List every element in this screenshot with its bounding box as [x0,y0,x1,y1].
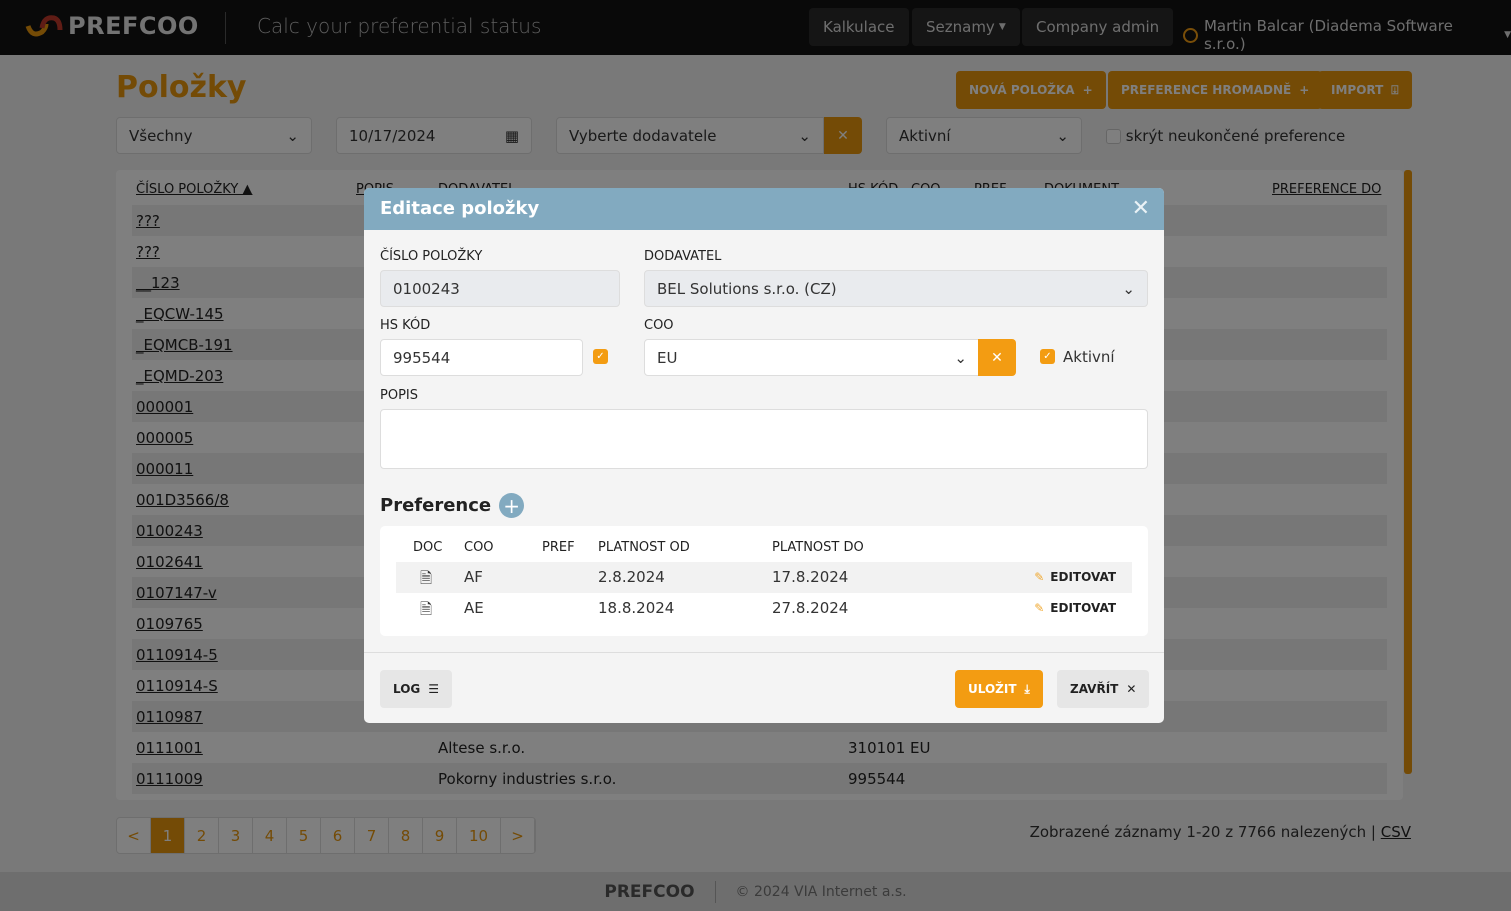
pref-header-doc: DOC [413,540,443,555]
hs-label: HS KÓD [380,318,431,333]
hs-checkbox[interactable]: ✓ [593,349,608,364]
to-cell: 17.8.2024 [772,568,849,586]
active-label: Aktivní [1063,348,1115,366]
pref-header-from: PLATNOST OD [598,540,690,555]
hs-input[interactable]: 995544 [380,339,583,376]
supplier-label: DODAVATEL [644,249,722,264]
close-button[interactable]: ZAVŘÍT ✕ [1057,670,1150,708]
desc-textarea[interactable] [380,409,1148,469]
modal-footer: LOG ☰ ULOŽIT ⤓ ZAVŘÍT ✕ [364,652,1164,723]
pref-header-to: PLATNOST DO [772,540,864,555]
add-preference-button[interactable]: + [499,493,525,518]
preference-row: 🗎 AE 18.8.2024 27.8.2024 ✎ EDITOVAT [396,593,1132,624]
modal-header: Editace položky ✕ [364,188,1164,230]
chevron-down-icon: ⌄ [1122,279,1135,298]
list-icon: ☰ [428,682,440,696]
close-icon[interactable]: ✕ [1132,196,1150,221]
to-cell: 27.8.2024 [772,599,849,617]
supplier-select[interactable]: BEL Solutions s.r.o. (CZ) ⌄ [644,270,1148,307]
modal-title: Editace položky [380,198,540,219]
download-icon: ⤓ [1024,681,1030,696]
close-icon: ✕ [991,349,1003,366]
number-label: ČÍSLO POLOŽKY [380,249,483,264]
close-icon: ✕ [1126,682,1137,696]
preference-heading: Preference + [380,493,525,518]
clear-coo-button[interactable]: ✕ [978,339,1016,376]
number-input[interactable]: 0100243 [380,270,620,307]
desc-label: POPIS [380,388,418,403]
edit-preference-button[interactable]: ✎ EDITOVAT [1034,601,1116,615]
edit-item-modal: Editace položky ✕ ČÍSLO POLOŽKY 0100243 D… [364,188,1164,723]
coo-cell: AF [464,568,483,586]
active-checkbox[interactable]: ✓ [1040,349,1055,364]
preference-table: DOC COO PREF PLATNOST OD PLATNOST DO 🗎 A… [380,526,1148,636]
pencil-icon: ✎ [1034,601,1045,615]
document-download-icon[interactable]: 🗎 [420,599,432,624]
edit-preference-button[interactable]: ✎ EDITOVAT [1034,570,1116,584]
coo-label: COO [644,318,674,333]
log-button[interactable]: LOG ☰ [380,670,453,708]
pref-header-coo: COO [464,540,494,555]
save-button[interactable]: ULOŽIT ⤓ [955,670,1043,708]
document-download-icon[interactable]: 🗎 [420,568,432,593]
from-cell: 2.8.2024 [598,568,665,586]
preference-row: 🗎 AF 2.8.2024 17.8.2024 ✎ EDITOVAT [396,562,1132,593]
pencil-icon: ✎ [1034,570,1045,584]
chevron-down-icon: ⌄ [954,348,967,367]
from-cell: 18.8.2024 [598,599,675,617]
coo-select[interactable]: EU ⌄ [644,339,980,376]
coo-cell: AE [464,599,484,617]
pref-header-pref: PREF [542,540,575,555]
